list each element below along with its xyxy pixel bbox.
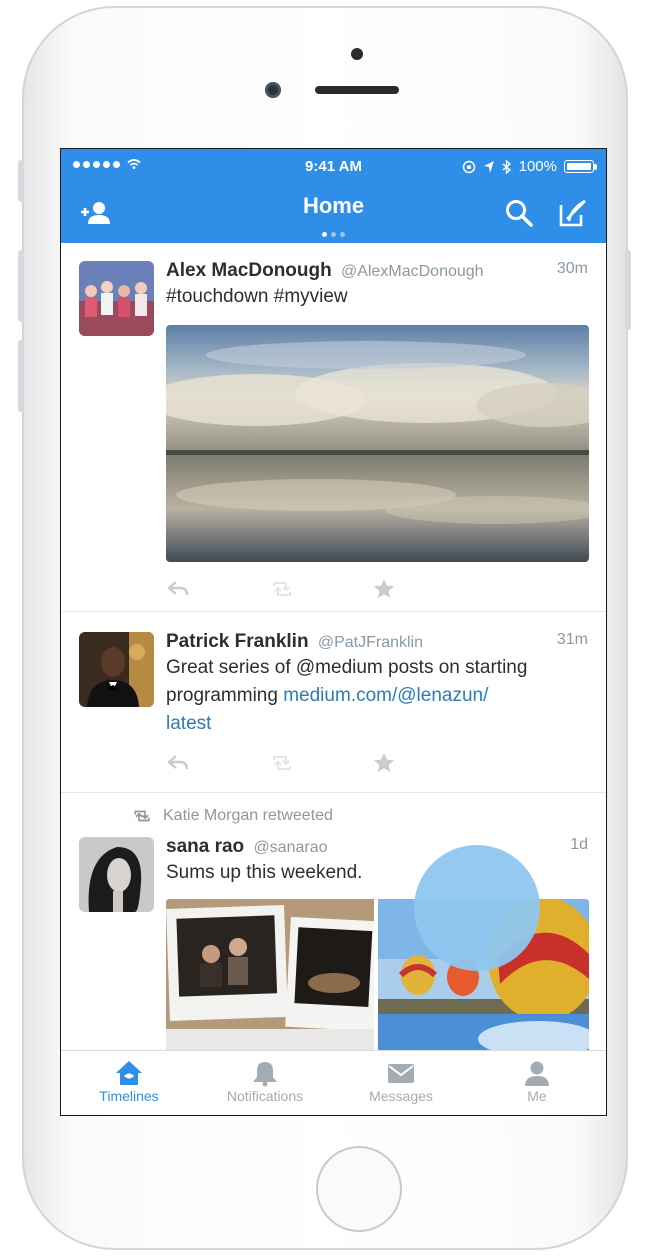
battery-icon [564,160,597,173]
tweet-author-handle[interactable]: @sanarao [253,839,327,856]
avatar[interactable] [79,261,154,336]
tweet-item[interactable]: Patrick Franklin @PatJFranklin 31m Great… [61,612,606,793]
tweet-item[interactable]: Alex MacDonough @AlexMacDonough 30m #tou… [61,243,606,612]
tweet-author-name[interactable]: Patrick Franklin [166,631,309,652]
tweet-text-line: programming [166,685,278,706]
tab-timelines[interactable]: Timelines [61,1051,197,1115]
retweet-icon[interactable] [270,577,294,601]
favorite-star-icon[interactable] [372,751,396,775]
power-button [625,250,631,330]
tab-label: Notifications [226,1088,304,1104]
tweet-text: Great series of @medium posts on startin… [166,654,588,738]
tab-me[interactable]: Me [469,1051,605,1115]
avatar[interactable] [79,632,154,707]
mute-switch [18,160,24,202]
tweet-timestamp: 1d [570,836,588,853]
favorite-star-icon[interactable] [372,577,396,601]
location-icon [483,160,494,173]
tweet-timestamp: 30m [556,260,588,277]
reply-icon[interactable] [166,577,190,601]
avatar[interactable] [79,837,154,912]
bell-icon [253,1062,277,1087]
tweet-author-name[interactable]: Alex MacDonough [166,260,332,281]
retweet-context: Katie Morgan retweeted [133,807,333,825]
status-bar: 9:41 AM 100% [61,149,606,185]
volume-down-button [18,340,24,412]
nav-bar: Home [61,185,606,243]
tab-bar: Timelines Notifications Messages Me [61,1050,606,1115]
tab-messages[interactable]: Messages [333,1051,469,1115]
envelope-icon [388,1064,414,1083]
tab-label: Timelines [99,1088,159,1104]
tweet-timestamp: 31m [556,631,588,648]
front-camera [265,82,281,98]
tweet-author-handle[interactable]: @AlexMacDonough [341,263,484,280]
search-icon[interactable] [501,195,537,231]
tab-notifications[interactable]: Notifications [197,1051,333,1115]
reply-icon[interactable] [166,751,190,775]
tweet-photo[interactable] [166,325,589,562]
tweet-text: #touchdown #myview [166,286,348,307]
rotation-lock-icon [462,160,475,173]
tweet-link[interactable]: medium.com/@lenazun/ [283,685,488,706]
tab-label: Messages [369,1088,433,1104]
tweet-photo-polaroids[interactable] [166,899,374,1053]
tweet-author-handle[interactable]: @PatJFranklin [318,634,423,651]
app-screen: 9:41 AM 100% Home Alex MacDonough @AlexM… [60,148,607,1116]
touch-indicator [414,845,540,971]
home-icon [116,1061,142,1085]
tab-label: Me [527,1088,547,1104]
compose-tweet-icon[interactable] [555,195,591,231]
tweet-actions [166,751,406,775]
tweet-link-continued[interactable]: latest [166,710,588,738]
home-button[interactable] [316,1146,402,1232]
person-icon [525,1061,549,1086]
tweet-actions [166,577,406,601]
proximity-sensor [351,48,363,60]
retweet-small-icon [134,810,150,822]
retweet-icon[interactable] [270,751,294,775]
earpiece-speaker [315,86,399,94]
volume-up-button [18,250,24,322]
bluetooth-icon [502,159,511,174]
tweet-text-line: Great series of @medium posts on startin… [166,657,528,678]
battery-percent: 100% [518,158,557,175]
tweet-author-name[interactable]: sana rao [166,836,244,857]
retweet-context-text[interactable]: Katie Morgan retweeted [163,807,333,825]
